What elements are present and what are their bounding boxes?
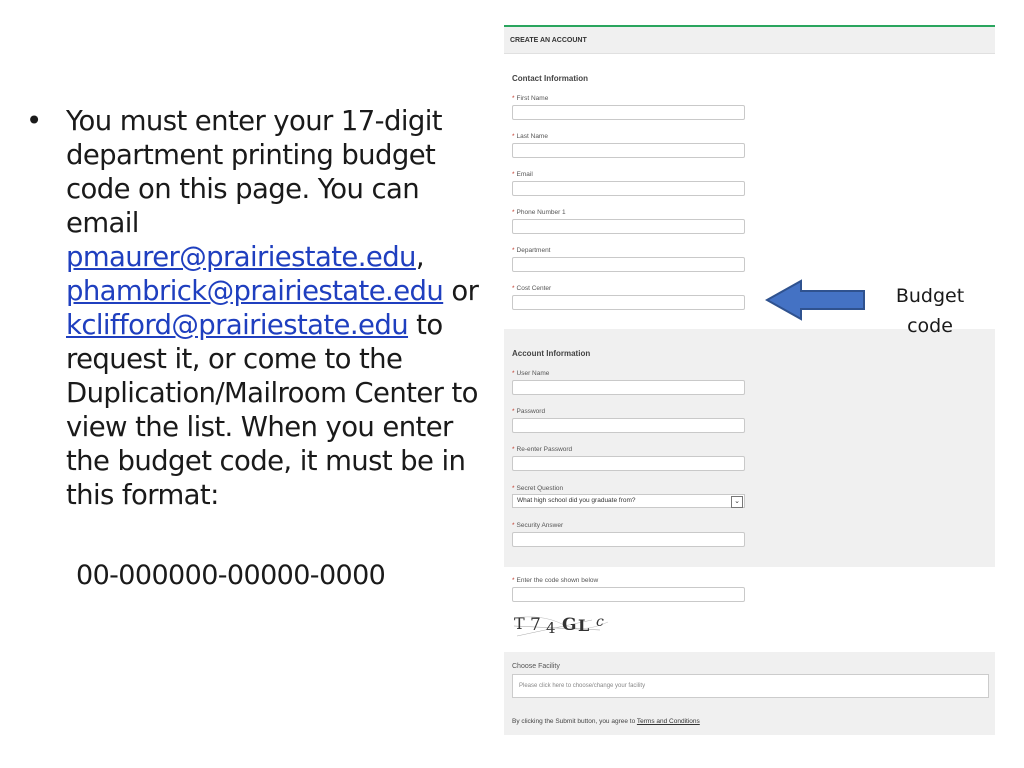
contact-field-input[interactable] (512, 105, 745, 120)
captcha-label: * Enter the code shown below (512, 577, 599, 584)
secret-question-label: * Secret Question (512, 485, 564, 492)
or-separator: or (443, 275, 479, 307)
contact-field-input[interactable] (512, 181, 745, 196)
captcha-char: 7 (530, 615, 541, 635)
account-info-title: Account Information (512, 349, 591, 358)
slide-bullet: • You must enter your 17-digit departmen… (26, 104, 496, 512)
account-field-input[interactable] (512, 418, 745, 433)
budget-code-annotation: Budget code (880, 281, 980, 341)
contact-field-input[interactable] (512, 257, 745, 272)
captcha-char: G (562, 615, 577, 635)
account-field-label: * Password (512, 408, 546, 415)
contact-field-input[interactable] (512, 143, 745, 158)
contact-field-label: * First Name (512, 95, 549, 102)
email-link-phambrick[interactable]: phambrick@prairiestate.edu (66, 275, 444, 307)
account-field-input[interactable] (512, 380, 745, 395)
facility-chooser-input[interactable]: Please click here to choose/change your … (512, 674, 989, 698)
chevron-down-icon[interactable]: ⌄ (731, 496, 743, 508)
email-link-pmaurer[interactable]: pmaurer@prairiestate.edu (66, 241, 416, 273)
captcha-char: L (578, 616, 590, 635)
left-arrow-icon (765, 279, 865, 321)
budget-label-line1: Budget (895, 285, 965, 307)
secret-question-select[interactable]: What high school did you graduate from? … (512, 494, 745, 508)
captcha-input[interactable] (512, 587, 745, 602)
terms-notice: By clicking the Submit button, you agree… (512, 718, 700, 725)
contact-field-label: * Cost Center (512, 285, 552, 292)
instruction-paragraph: You must enter your 17-digit department … (66, 104, 496, 512)
captcha-char: c (596, 614, 604, 630)
terms-and-conditions-link[interactable]: Terms and Conditions (637, 718, 700, 725)
instruction-text-1: You must enter your 17-digit department … (66, 105, 443, 239)
account-field-input[interactable] (512, 456, 745, 471)
bullet-marker: • (26, 105, 42, 137)
account-field-label: * User Name (512, 370, 550, 377)
comma-separator: , (415, 241, 425, 273)
security-answer-input[interactable] (512, 532, 745, 547)
contact-field-input[interactable] (512, 295, 745, 310)
captcha-image: T 7 4 G L c (512, 612, 612, 642)
terms-text: By clicking the Submit button, you agree… (512, 718, 637, 725)
contact-field-label: * Department (512, 247, 551, 254)
email-link-kclifford[interactable]: kclifford@prairiestate.edu (66, 309, 409, 341)
account-field-label: * Re-enter Password (512, 446, 573, 453)
contact-field-label: * Last Name (512, 133, 548, 140)
contact-field-input[interactable] (512, 219, 745, 234)
secret-question-value: What high school did you graduate from? (517, 497, 636, 504)
captcha-char: T (514, 614, 525, 633)
contact-info-title: Contact Information (512, 74, 588, 83)
security-answer-label: * Security Answer (512, 522, 564, 529)
captcha-char: 4 (546, 619, 556, 637)
contact-field-label: * Email (512, 171, 533, 178)
budget-code-format: 00-000000-00000-0000 (76, 560, 386, 591)
form-header-title: CREATE AN ACCOUNT (510, 37, 587, 44)
create-account-form: CREATE AN ACCOUNT Contact Information * F… (504, 25, 995, 735)
budget-label-line2: code (907, 315, 953, 337)
contact-field-label: * Phone Number 1 (512, 209, 566, 216)
facility-title: Choose Facility (512, 663, 560, 670)
